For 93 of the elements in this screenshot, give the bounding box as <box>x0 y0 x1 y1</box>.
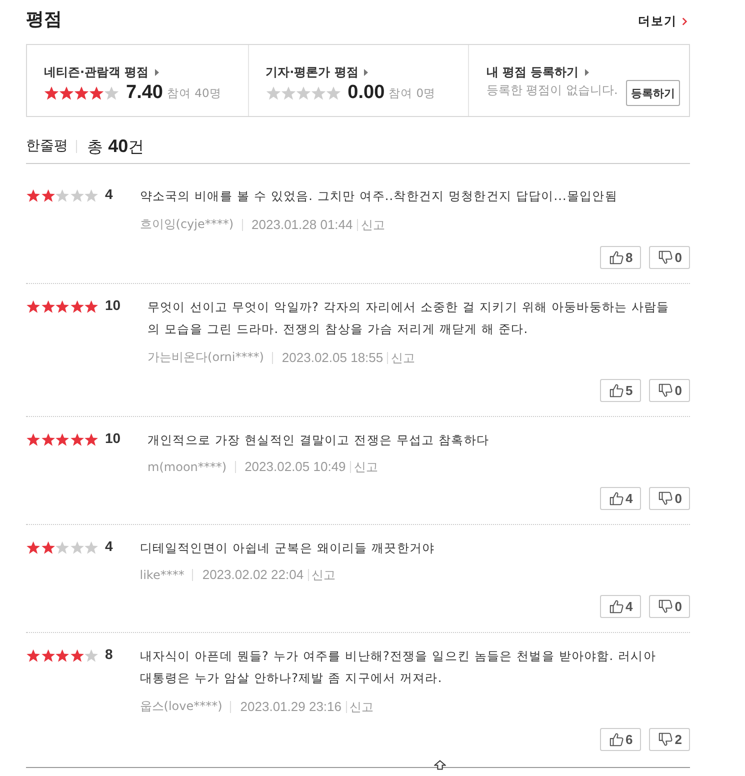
star-icon <box>40 541 56 554</box>
star-icon <box>40 300 56 313</box>
star-icon <box>26 189 41 202</box>
up-arrow-icon[interactable] <box>434 760 446 770</box>
review-date: 2023.02.02 22:04 <box>192 569 308 581</box>
dislike-button[interactable]: 0 <box>648 487 690 510</box>
star-icon <box>70 300 84 313</box>
star-icon <box>55 189 70 202</box>
caret-icon <box>364 69 368 76</box>
section-title: 평점 <box>26 8 62 31</box>
star-icon <box>74 86 89 100</box>
review-date: 2023.01.29 23:16 <box>230 700 346 712</box>
chevron-icon <box>682 16 687 26</box>
dislike-button[interactable]: 0 <box>648 246 690 269</box>
review-text: 개인적으로 가장 현실적인 결말이고 전쟁은 무섭고 참혹하다 <box>148 432 490 449</box>
star-icon <box>55 541 70 554</box>
like-button[interactable]: 6 <box>600 728 641 751</box>
no-rating-message: 등록한 평점이 없습니다. <box>486 82 618 99</box>
star-icon <box>326 86 341 100</box>
star-icon <box>40 189 56 202</box>
review-text: 디테일적인면이 아쉽네 군복은 왜이리들 깨끗한거야 <box>140 540 436 557</box>
thumbs-up-icon <box>608 491 624 506</box>
thumbs-down-icon <box>658 732 673 747</box>
review-score: 10 <box>104 430 121 446</box>
star-icon <box>59 86 74 100</box>
review-text: 무엇이 선이고 무엇이 악일까? 각자의 자리에서 소중한 걸 지키기 위해 아둥바둥하는 사람들의 모습을 그린 드라마. 전쟁의 참상을 가슴 저리게 깨닫게 해 준다. <box>148 299 670 338</box>
thumbs-up-icon <box>608 250 624 265</box>
rating-link[interactable]: 기자·평론가 평점 <box>266 64 368 81</box>
like-button[interactable]: 8 <box>600 246 641 269</box>
star-icon <box>55 649 70 662</box>
like-button[interactable]: 4 <box>600 595 641 618</box>
thumbs-down-icon <box>658 383 673 398</box>
star-icon <box>84 649 99 662</box>
review-score: 4 <box>104 186 113 202</box>
thumbs-down-icon <box>658 491 673 506</box>
review-date: 2023.02.05 10:49 <box>234 461 350 473</box>
reviews-title: 한줄평 <box>26 137 69 155</box>
star-icon <box>40 649 56 662</box>
star-icon <box>55 433 70 446</box>
star-icon <box>70 541 84 554</box>
average-score: 0.00 <box>348 82 385 104</box>
star-icon <box>280 86 296 100</box>
dislike-button[interactable]: 0 <box>648 595 690 618</box>
star-icon <box>84 541 99 554</box>
rating-link[interactable]: 네티즌·관람객 평점 <box>44 64 159 81</box>
star-icon <box>26 433 41 446</box>
thumbs-up-icon <box>608 599 624 614</box>
review-date: 2023.02.05 18:55 <box>272 352 388 364</box>
reviewer-name: 흐이잉(cyje****) <box>140 216 235 233</box>
participant-count: 참여 40명 <box>166 86 222 100</box>
dislike-button[interactable]: 0 <box>648 379 690 402</box>
star-icon <box>70 189 84 202</box>
like-button[interactable]: 5 <box>600 379 641 402</box>
star-icon <box>26 300 41 313</box>
star-icon <box>84 433 99 446</box>
participant-count: 참여 0명 <box>388 86 436 100</box>
star-icon <box>104 86 119 100</box>
star-icon <box>70 433 84 446</box>
thumbs-up-icon <box>608 383 624 398</box>
star-icon <box>26 649 41 662</box>
review-text: 내자식이 아픈데 뭔들? 누가 여주를 비난해?전쟁을 일으킨 놈들은 천벌을 받아야함. 러시아 대통령은 누가 암살 안하나?제발 좀 지구에서 꺼져라. <box>140 648 657 687</box>
register-button[interactable]: 등록하기 <box>626 80 680 106</box>
review-text: 약소국의 비애를 볼 수 있었음. 그치만 여주..착한건지 멍청한건지 답답이...몰입안됨 <box>140 188 618 205</box>
star-icon <box>55 300 70 313</box>
star-icon <box>44 86 59 100</box>
reviewer-name: like**** <box>140 568 186 582</box>
more-link[interactable]: 더보기 <box>638 12 687 30</box>
star-icon <box>26 541 41 554</box>
reviewer-name: 가는비온다(orni****) <box>148 349 265 366</box>
review-score: 8 <box>104 646 113 662</box>
star-icon <box>310 86 326 100</box>
reviewer-name: m(moon****) <box>148 460 228 474</box>
dislike-button[interactable]: 2 <box>648 728 690 751</box>
caret-icon <box>584 69 589 76</box>
thumbs-up-icon <box>608 732 624 747</box>
star-icon <box>296 86 311 100</box>
review-count: 총 40건 <box>76 140 144 152</box>
star-icon <box>40 433 56 446</box>
average-score: 7.40 <box>126 82 163 104</box>
like-button[interactable]: 4 <box>600 487 641 510</box>
reviewer-name: 웁스(love****) <box>140 698 224 715</box>
star-icon <box>84 189 99 202</box>
star-icon <box>89 86 104 100</box>
register-rating-link[interactable]: 내 평점 등록하기 <box>486 64 589 81</box>
caret-icon <box>154 69 159 76</box>
thumbs-down-icon <box>658 250 673 265</box>
review-date: 2023.01.28 01:44 <box>242 218 357 230</box>
star-icon <box>266 86 281 100</box>
star-icon <box>70 649 84 662</box>
star-icon <box>84 300 99 313</box>
review-score: 4 <box>104 538 113 554</box>
review-score: 10 <box>104 297 121 313</box>
thumbs-down-icon <box>658 599 673 614</box>
